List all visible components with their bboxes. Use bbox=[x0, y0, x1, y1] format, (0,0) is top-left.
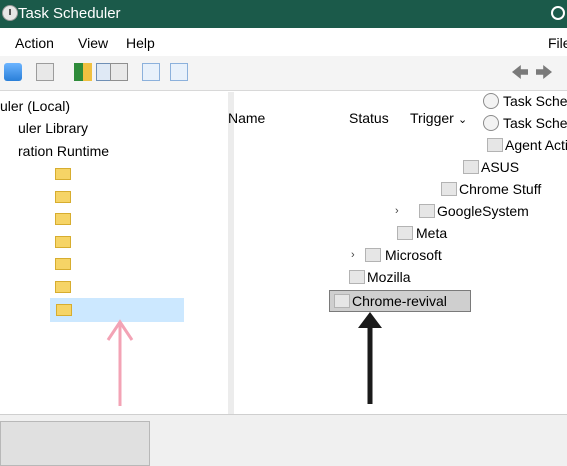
window-control-button[interactable] bbox=[551, 6, 565, 20]
folder-icon bbox=[56, 304, 72, 316]
folder-icon bbox=[463, 160, 479, 174]
tree-item-library[interactable]: uler Library bbox=[18, 120, 88, 140]
title-bar: Task Scheduler bbox=[0, 0, 567, 28]
tree-item-runtime[interactable]: ration Runtime bbox=[18, 143, 109, 163]
folder-icon bbox=[441, 182, 457, 196]
folder-icon[interactable] bbox=[55, 168, 71, 180]
help-icon[interactable] bbox=[142, 63, 160, 81]
rename-field[interactable]: Chrome-revival bbox=[329, 290, 471, 312]
rename-input-text[interactable]: Chrome-revival bbox=[352, 293, 447, 309]
folder-icon[interactable] bbox=[55, 213, 71, 225]
task-scheduler-icon bbox=[2, 5, 18, 21]
clock-icon bbox=[483, 93, 499, 109]
menu-file-fragment[interactable]: File bbox=[548, 35, 567, 51]
column-name[interactable]: Name bbox=[228, 110, 265, 126]
list-item-label: ASUS bbox=[481, 159, 520, 175]
list-item-label: Agent Acti bbox=[505, 137, 567, 153]
tree-item-label: uler Library bbox=[18, 120, 89, 136]
folder-icon[interactable] bbox=[55, 191, 71, 203]
arrow-right-icon[interactable] bbox=[536, 65, 552, 79]
pane-splitter[interactable] bbox=[228, 92, 234, 414]
tree-item-local[interactable]: uler (Local) bbox=[0, 98, 70, 118]
clock-icon bbox=[483, 115, 499, 131]
list-item-label: Task Sche bbox=[503, 93, 567, 109]
folder-icon bbox=[487, 138, 503, 152]
horizontal-scrollbar[interactable] bbox=[0, 414, 567, 466]
folder-icon bbox=[334, 294, 350, 308]
menu-bar: Action View Help File bbox=[0, 28, 567, 56]
folder-popup-list: Task Sche Task Sche Agent Acti ASUS Chro… bbox=[307, 84, 567, 320]
console-tree-icon[interactable] bbox=[36, 63, 54, 81]
window-title: Task Scheduler bbox=[18, 5, 121, 22]
view-icon[interactable] bbox=[170, 63, 188, 81]
folder-icon[interactable] bbox=[55, 281, 71, 293]
menu-action[interactable]: Action bbox=[15, 35, 54, 51]
action-pane-icon[interactable] bbox=[110, 63, 128, 81]
pink-arrow-annotation bbox=[106, 319, 134, 406]
folder-icon bbox=[419, 204, 435, 218]
scrollbar-thumb[interactable] bbox=[0, 421, 150, 466]
folder-icon[interactable] bbox=[55, 236, 71, 248]
menu-help[interactable]: Help bbox=[126, 35, 155, 51]
arrow-left-icon[interactable] bbox=[512, 65, 528, 79]
list-item-label: Meta bbox=[416, 225, 448, 241]
list-item-label: Microsoft bbox=[385, 247, 442, 263]
chevron-right-icon[interactable]: › bbox=[395, 205, 399, 217]
list-item-label: GoogleSystem bbox=[437, 203, 529, 219]
folder-icon bbox=[397, 226, 413, 240]
tree-item-label: ration Runtime bbox=[18, 143, 110, 159]
list-item-label: Chrome Stuff bbox=[459, 181, 542, 197]
properties-icon[interactable] bbox=[74, 63, 92, 81]
folder-icon[interactable] bbox=[55, 258, 71, 270]
menu-view[interactable]: View bbox=[78, 35, 108, 51]
back-icon[interactable] bbox=[4, 63, 22, 81]
list-item-label: Mozilla bbox=[367, 269, 411, 285]
chevron-right-icon[interactable]: › bbox=[351, 249, 355, 261]
black-arrow-annotation bbox=[358, 312, 382, 404]
list-item-label: Task Sche bbox=[503, 115, 567, 131]
folder-icon bbox=[365, 248, 381, 262]
folder-icon bbox=[349, 270, 365, 284]
tree-item-label: uler (Local) bbox=[0, 98, 71, 114]
